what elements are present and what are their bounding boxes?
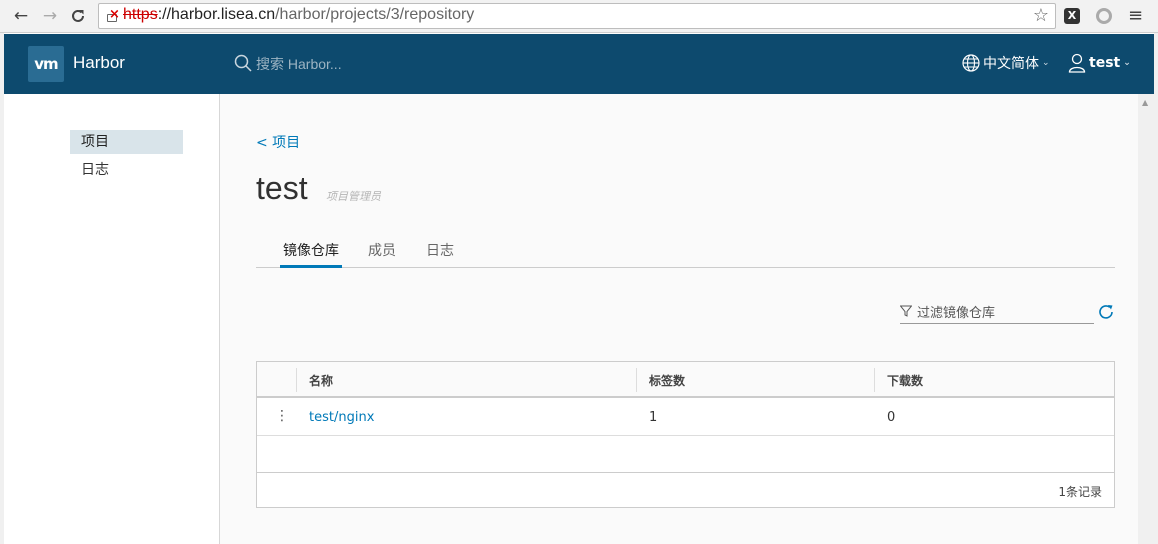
- record-count: 1条记录: [1058, 485, 1102, 499]
- forward-icon[interactable]: →: [40, 6, 60, 26]
- brand-name[interactable]: Harbor: [73, 53, 125, 73]
- url-text[interactable]: https://harbor.lisea.cn/harbor/projects/…: [123, 6, 474, 24]
- refresh-icon[interactable]: [1097, 303, 1115, 321]
- tab-repositories[interactable]: 镜像仓库: [280, 240, 342, 268]
- pull-count: 0: [887, 410, 896, 425]
- table-footer: 1条记录: [257, 472, 1114, 507]
- address-bar[interactable]: × https://harbor.lisea.cn/harbor/project…: [98, 3, 1056, 29]
- filter-icon: [900, 305, 912, 317]
- bookmark-star-icon[interactable]: ☆: [1033, 5, 1049, 26]
- role-label: 项目管理员: [326, 190, 381, 203]
- sidebar: 项目 日志: [4, 94, 220, 544]
- username: test: [1089, 55, 1121, 71]
- chevron-down-icon: ⌄: [1123, 58, 1131, 68]
- table-row: ⋮ test/nginx 1 0: [257, 400, 1114, 436]
- language-label: 中文简体: [983, 56, 1039, 72]
- insecure-lock-icon[interactable]: ×: [105, 7, 121, 24]
- row-actions-icon[interactable]: ⋮: [275, 408, 289, 424]
- extension-circle-icon[interactable]: [1096, 8, 1112, 24]
- filter-box: [900, 302, 1094, 324]
- sidebar-item-logs[interactable]: 日志: [70, 158, 183, 182]
- page-title: test: [256, 170, 308, 206]
- chevron-down-icon: ⌄: [1042, 58, 1050, 68]
- column-separator: [636, 368, 637, 392]
- url-scheme: https: [123, 6, 158, 23]
- column-header-tags[interactable]: 标签数: [649, 372, 685, 389]
- scroll-up-arrow-icon[interactable]: ▲: [1142, 98, 1148, 107]
- user-icon: [1068, 53, 1086, 73]
- main-content: < 项目 test 项目管理员 镜像仓库 成员 日志 名称 标签数 下载数 ⋮ …: [220, 94, 1138, 544]
- repository-name-link[interactable]: test/nginx: [309, 410, 374, 425]
- window-edge-right: [1154, 33, 1158, 544]
- breadcrumb-projects[interactable]: < 项目: [256, 132, 300, 152]
- extension-x-icon[interactable]: X: [1064, 8, 1080, 24]
- column-header-name[interactable]: 名称: [309, 372, 333, 389]
- globe-icon: [962, 54, 980, 72]
- back-icon[interactable]: ←: [11, 6, 31, 26]
- browser-menu-icon[interactable]: ≡: [1128, 5, 1143, 26]
- app-header: vm Harbor 中文简体 ⌄ test ⌄: [4, 34, 1154, 94]
- language-selector[interactable]: 中文简体 ⌄: [962, 53, 1050, 73]
- url-host: ://harbor.lisea.cn: [157, 6, 276, 23]
- tag-count: 1: [649, 410, 658, 425]
- tab-logs[interactable]: 日志: [423, 240, 457, 268]
- browser-toolbar: ← → × https://harbor.lisea.cn/harbor/pro…: [0, 0, 1158, 33]
- table-header: 名称 标签数 下载数: [257, 362, 1114, 398]
- column-separator: [874, 368, 875, 392]
- tab-bar: 镜像仓库 成员 日志: [256, 240, 1115, 268]
- column-separator: [296, 368, 297, 392]
- tab-members[interactable]: 成员: [365, 240, 399, 268]
- reload-icon[interactable]: [68, 6, 88, 26]
- user-menu[interactable]: test ⌄: [1068, 53, 1131, 73]
- search-icon: [234, 54, 252, 72]
- repository-table: 名称 标签数 下载数 ⋮ test/nginx 1 0 1条记录: [256, 361, 1115, 508]
- vmware-logo[interactable]: vm: [28, 46, 64, 82]
- url-path: /harbor/projects/3/repository: [275, 6, 475, 23]
- vertical-scrollbar[interactable]: ▲: [1138, 94, 1154, 544]
- column-header-pulls[interactable]: 下载数: [887, 372, 923, 389]
- filter-input[interactable]: [917, 302, 1092, 322]
- search-input[interactable]: [256, 52, 536, 76]
- sidebar-item-projects[interactable]: 项目: [70, 130, 183, 154]
